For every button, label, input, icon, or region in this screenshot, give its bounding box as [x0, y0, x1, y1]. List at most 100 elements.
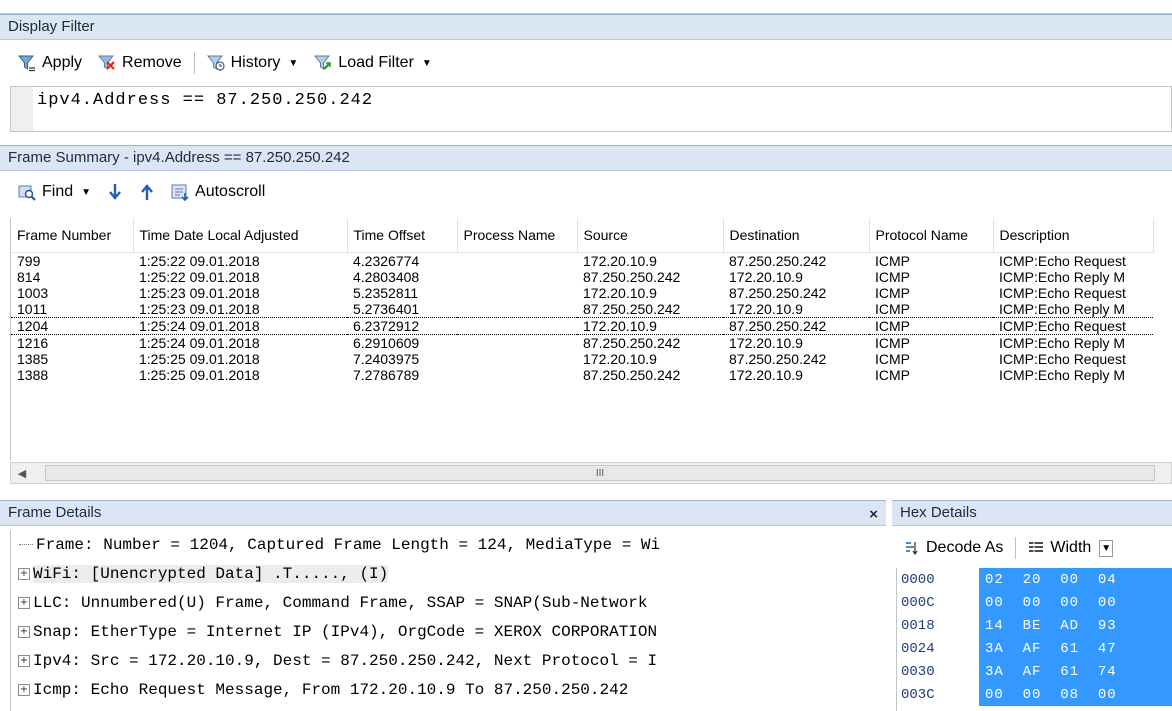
tree-node[interactable]: + WiFi: [Unencrypted Data] .T....., (I) [11, 559, 886, 588]
frame-summary-header: Frame Summary - ipv4.Address == 87.250.2… [0, 145, 1172, 171]
hex-details-toolbar: Decode As Width ▼ [896, 530, 1172, 566]
expand-icon[interactable]: + [18, 567, 30, 580]
table-row[interactable]: 1388 1:25:25 09.01.2018 7.2786789 87.250.25… [11, 367, 1153, 383]
cell-protocol: ICMP [875, 350, 910, 367]
table-row[interactable]: 799 1:25:22 09.01.2018 4.2326774 172.20.10.… [11, 252, 1153, 269]
cell-description: ICMP:Echo Request [999, 350, 1126, 367]
editor-gutter [11, 87, 33, 131]
hex-row[interactable]: 0030 3A AF 61 74 [897, 660, 1172, 683]
tree-connector [19, 544, 33, 545]
cell-frame: 1385 [17, 350, 49, 367]
window-top-edge [0, 0, 1172, 14]
width-dropdown-button[interactable]: Width ▼ [1020, 535, 1121, 561]
load-filter-dropdown-button[interactable]: Load Filter ▼ [306, 50, 440, 76]
chevron-down-icon: ▼ [1099, 539, 1114, 557]
expand-icon[interactable]: + [18, 683, 30, 696]
filter-expression-text: ipv4.Address == 87.250.250.242 [37, 91, 374, 110]
expand-icon[interactable]: + [18, 596, 30, 609]
frame-details-tree: Frame: Number = 1204, Captured Frame Len… [10, 530, 886, 711]
table-row[interactable]: 1216 1:25:24 09.01.2018 6.2910609 87.250.25… [11, 334, 1153, 351]
scroll-left-icon[interactable]: ◀ [11, 463, 33, 483]
decode-as-button[interactable]: Decode As [896, 535, 1011, 561]
tree-node[interactable]: + Ipv4: Src = 172.20.10.9, Dest = 87.250.… [11, 646, 886, 675]
column-header-protocol-name[interactable]: Protocol Name [869, 218, 994, 253]
column-header-time-date-local-adjusted[interactable]: Time Date Local Adjusted [133, 218, 348, 253]
table-row[interactable]: 1385 1:25:25 09.01.2018 7.2403975 172.20.10… [11, 351, 1153, 367]
frame-summary-table: Frame Number Time Date Local Adjusted Time… [10, 218, 1172, 460]
hex-offset: 0024 [901, 640, 935, 657]
cell-offset: 5.2736401 [353, 300, 420, 317]
filter-expression-editor[interactable]: ipv4.Address == 87.250.250.242 [10, 86, 1172, 132]
find-previous-button[interactable] [131, 179, 163, 205]
find-next-button[interactable] [99, 179, 131, 205]
hex-bytes: 00 00 00 00 [979, 591, 1172, 614]
cell-frame: 1003 [17, 284, 49, 301]
hex-bytes: 14 BE AD 93 [979, 614, 1172, 637]
autoscroll-toggle[interactable]: Autoscroll [163, 179, 273, 205]
display-filter-toolbar: Apply Remove History ▼ Load Filter ▼ [10, 48, 1172, 78]
cell-offset: 7.2403975 [353, 350, 420, 367]
table-row[interactable]: 1204 1:25:24 09.01.2018 6.2372912 172.20.10… [11, 316, 1153, 335]
cell-source: 87.250.250.242 [583, 334, 681, 351]
scrollbar-thumb[interactable]: III [45, 465, 1155, 481]
remove-filter-icon [98, 55, 115, 70]
expand-icon[interactable]: + [18, 625, 30, 638]
hex-row[interactable]: 0018 14 BE AD 93 [897, 614, 1172, 637]
cell-time: 1:25:23 09.01.2018 [139, 300, 260, 317]
find-label: Find [42, 183, 74, 200]
expand-icon[interactable]: + [18, 654, 30, 667]
frame-summary-title: Frame Summary - ipv4.Address == 87.250.2… [8, 149, 350, 166]
cell-process [457, 334, 577, 351]
hex-bytes: 02 20 00 04 [979, 568, 1172, 591]
display-filter-header: Display Filter [0, 14, 1172, 40]
cell-protocol: ICMP [875, 252, 910, 269]
horizontal-scrollbar[interactable]: ◀ III [10, 462, 1172, 484]
cell-description: ICMP:Echo Reply M [999, 366, 1126, 383]
hex-row[interactable]: 003C 00 00 08 00 [897, 683, 1172, 706]
scrollbar-grip: III [595, 467, 605, 479]
find-dropdown-button[interactable]: Find ▼ [10, 179, 99, 205]
tree-node[interactable]: Frame: Number = 1204, Captured Frame Len… [11, 530, 886, 559]
tree-node[interactable]: + Icmp: Echo Request Message, From 172.20… [11, 675, 886, 704]
tree-node-label: WiFi: [Unencrypted Data] .T....., (I) [33, 564, 389, 583]
table-row[interactable]: 1011 1:25:23 09.01.2018 5.2736401 87.250.25… [11, 301, 1153, 318]
table-row[interactable]: 814 1:25:22 09.01.2018 4.2803408 87.250.250… [11, 269, 1153, 285]
cell-source: 172.20.10.9 [583, 284, 657, 301]
apply-filter-button[interactable]: Apply [10, 50, 90, 76]
column-header-frame-number[interactable]: Frame Number [11, 218, 134, 253]
close-icon[interactable]: × [869, 503, 878, 527]
column-header-destination[interactable]: Destination [723, 218, 870, 253]
tree-node[interactable]: + Snap: EtherType = Internet IP (IPv4), O… [11, 617, 886, 646]
frame-details-header: Frame Details × [0, 500, 886, 526]
hex-details-header: Hex Details [892, 500, 1172, 526]
remove-filter-button[interactable]: Remove [90, 50, 190, 76]
cell-time: 1:25:24 09.01.2018 [133, 316, 347, 335]
cell-source: 172.20.10.9 [577, 316, 723, 335]
hex-offset: 000C [901, 594, 935, 611]
hex-row[interactable]: 0000 02 20 00 04 [897, 568, 1172, 591]
cell-destination: 87.250.250.242 [729, 284, 827, 301]
column-header-time-offset[interactable]: Time Offset [347, 218, 458, 253]
history-dropdown-button[interactable]: History ▼ [199, 50, 307, 76]
cell-description: ICMP:Echo Request [999, 252, 1126, 269]
table-row[interactable]: 1003 1:25:23 09.01.2018 5.2352811 172.20.10… [11, 285, 1153, 301]
cell-destination: 172.20.10.9 [729, 334, 803, 351]
cell-offset: 6.2910609 [353, 334, 420, 351]
hex-row[interactable]: 000C 00 00 00 00 [897, 591, 1172, 614]
hex-offset: 0030 [901, 663, 935, 680]
cell-description: ICMP:Echo Request [999, 284, 1126, 301]
cell-protocol: ICMP [869, 316, 993, 335]
cell-process [457, 301, 577, 318]
cell-offset: 5.2352811 [353, 284, 419, 301]
column-header-description[interactable]: Description [993, 218, 1154, 253]
column-header-source[interactable]: Source [577, 218, 724, 253]
tree-node[interactable]: + LLC: Unnumbered(U) Frame, Command Frame… [11, 588, 886, 617]
column-header-process-name[interactable]: Process Name [457, 218, 578, 253]
cell-process [457, 269, 577, 285]
width-label: Width [1050, 539, 1092, 556]
cell-process [457, 351, 577, 367]
hex-row[interactable]: 0024 3A AF 61 47 [897, 637, 1172, 660]
autoscroll-label: Autoscroll [195, 183, 266, 200]
hex-details-title: Hex Details [900, 504, 977, 521]
apply-filter-label: Apply [42, 54, 83, 71]
